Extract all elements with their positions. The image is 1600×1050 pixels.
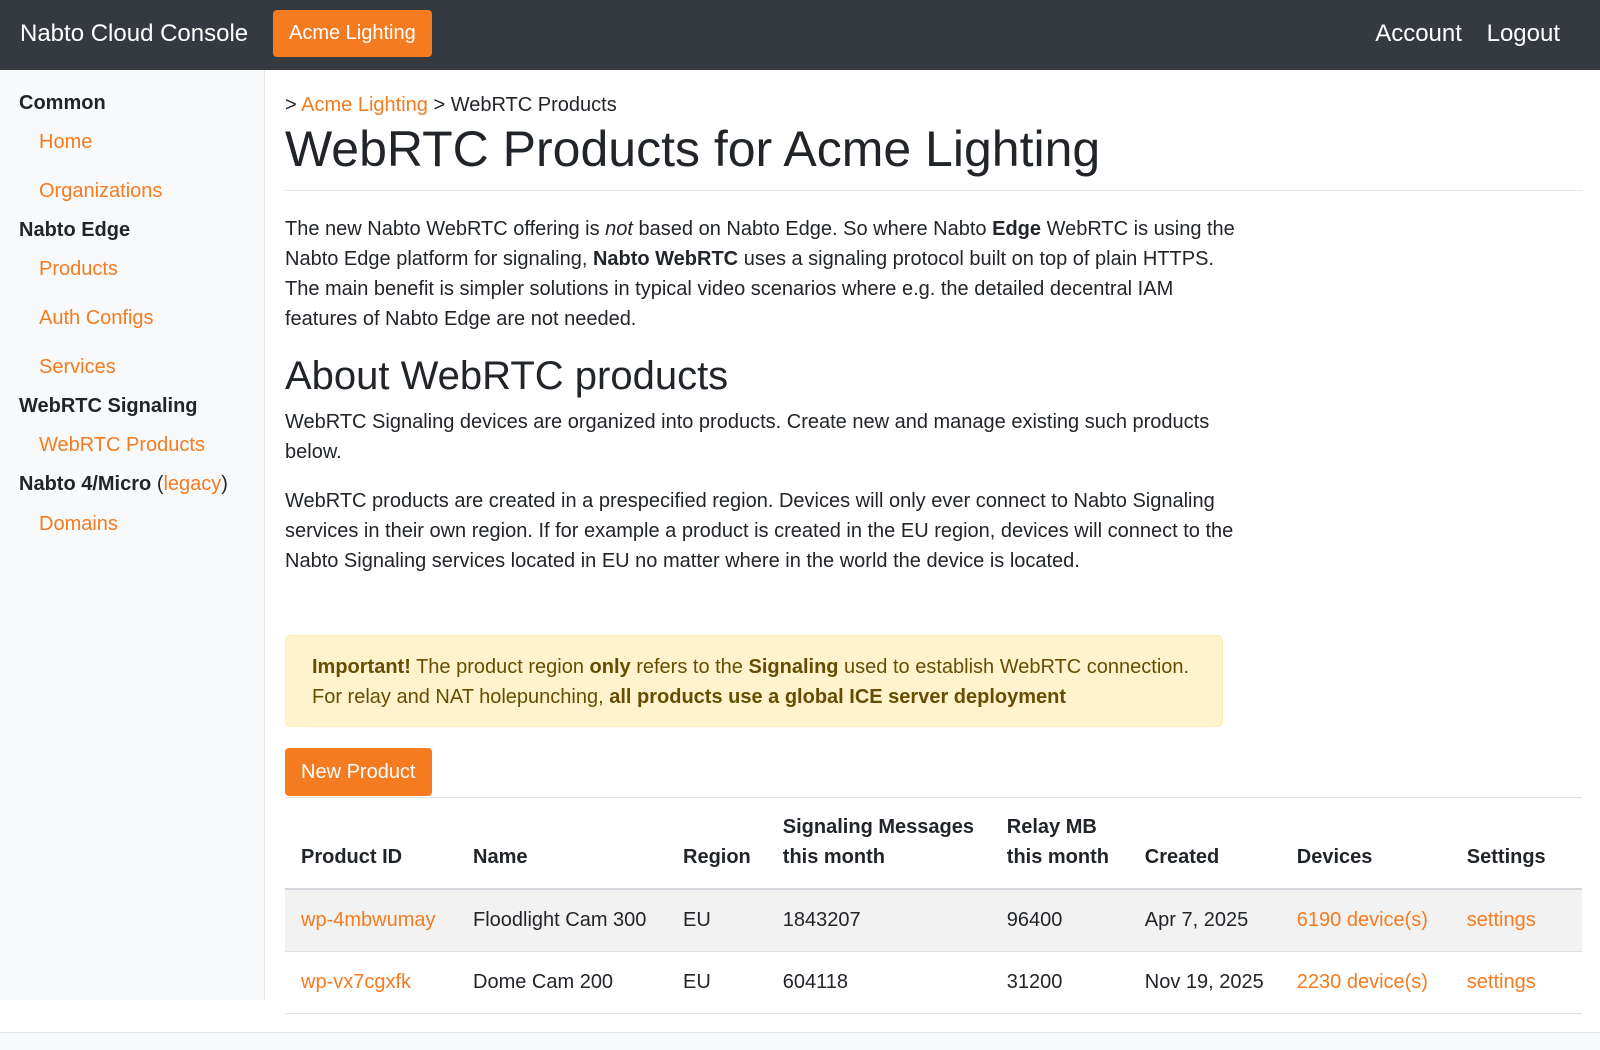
top-links: Account Logout bbox=[1357, 20, 1560, 48]
sidebar-item-organizations[interactable]: Organizations bbox=[39, 180, 162, 203]
sidebar-item-home[interactable]: Home bbox=[39, 131, 92, 154]
settings-link[interactable]: settings bbox=[1450, 951, 1582, 1014]
breadcrumb: > Acme Lighting > WebRTC Products bbox=[285, 94, 617, 117]
top-navbar: Nabto Cloud Console Acme Lighting Accoun… bbox=[0, 0, 1600, 70]
logout-link[interactable]: Logout bbox=[1487, 20, 1560, 47]
devices-link[interactable]: 6190 device(s) bbox=[1280, 889, 1451, 952]
about-paragraph-2: WebRTC products are created in a prespec… bbox=[285, 490, 1234, 572]
table-header-row: Product ID Name Region Signaling Message… bbox=[285, 798, 1582, 890]
sidebar-section-webrtc-signaling: WebRTC Signaling bbox=[19, 395, 198, 417]
sidebar-section-nabto-micro: Nabto 4/Micro (legacy) bbox=[19, 473, 228, 495]
title-divider bbox=[285, 190, 1582, 191]
col-region: Region bbox=[667, 798, 767, 890]
breadcrumb-current: WebRTC Products bbox=[450, 94, 617, 116]
product-region: EU bbox=[667, 951, 767, 1014]
product-region: EU bbox=[667, 889, 767, 952]
legacy-link[interactable]: legacy bbox=[163, 473, 221, 495]
intro-paragraph: The new Nabto WebRTC offering is not bas… bbox=[285, 218, 1235, 330]
col-created: Created bbox=[1128, 798, 1281, 890]
page-title: WebRTC Products for Acme Lighting bbox=[285, 121, 1101, 177]
col-name: Name bbox=[457, 798, 667, 890]
important-alert: Important! The product region only refer… bbox=[285, 635, 1223, 727]
sidebar-item-webrtc-products[interactable]: WebRTC Products bbox=[39, 434, 205, 457]
created-date: Nov 19, 2025 bbox=[1128, 951, 1281, 1014]
col-product-id: Product ID bbox=[285, 798, 457, 890]
product-id-link[interactable]: wp-vx7cgxfk bbox=[285, 951, 457, 1014]
sidebar: Common Home Organizations Nabto Edge Pro… bbox=[0, 70, 265, 1000]
about-paragraph-1: WebRTC Signaling devices are organized i… bbox=[285, 411, 1210, 463]
settings-link[interactable]: settings bbox=[1450, 889, 1582, 952]
sidebar-section-label: Nabto 4/Micro bbox=[19, 473, 152, 495]
relay-mb: 31200 bbox=[990, 951, 1129, 1014]
col-signaling: Signaling Messages this month bbox=[766, 798, 991, 890]
product-name: Floodlight Cam 300 bbox=[457, 889, 667, 952]
sidebar-item-services[interactable]: Services bbox=[39, 356, 116, 379]
footer bbox=[0, 1033, 1600, 1050]
new-product-button[interactable]: New Product bbox=[285, 748, 432, 796]
col-settings: Settings bbox=[1450, 798, 1582, 890]
brand-title[interactable]: Nabto Cloud Console bbox=[20, 20, 248, 48]
breadcrumb-org-link[interactable]: Acme Lighting bbox=[301, 94, 428, 116]
product-id-link[interactable]: wp-4mbwumay bbox=[285, 889, 457, 952]
devices-link[interactable]: 2230 device(s) bbox=[1280, 951, 1451, 1014]
account-link[interactable]: Account bbox=[1375, 20, 1462, 47]
table-row: wp-4mbwumay Floodlight Cam 300 EU 184320… bbox=[285, 889, 1582, 952]
sidebar-item-domains[interactable]: Domains bbox=[39, 513, 118, 536]
product-name: Dome Cam 200 bbox=[457, 951, 667, 1014]
products-table: Product ID Name Region Signaling Message… bbox=[285, 798, 1582, 1014]
breadcrumb-separator: > bbox=[433, 94, 446, 116]
created-date: Apr 7, 2025 bbox=[1128, 889, 1281, 952]
sidebar-item-products[interactable]: Products bbox=[39, 258, 118, 281]
signaling-messages: 1843207 bbox=[766, 889, 991, 952]
breadcrumb-separator: > bbox=[285, 94, 297, 116]
col-devices: Devices bbox=[1280, 798, 1451, 890]
sidebar-section-common: Common bbox=[19, 92, 106, 114]
organization-button[interactable]: Acme Lighting bbox=[273, 10, 432, 57]
sidebar-section-nabto-edge: Nabto Edge bbox=[19, 219, 131, 241]
table-row: wp-vx7cgxfk Dome Cam 200 EU 604118 31200… bbox=[285, 951, 1582, 1014]
relay-mb: 96400 bbox=[990, 889, 1129, 952]
signaling-messages: 604118 bbox=[766, 951, 991, 1014]
about-heading: About WebRTC products bbox=[285, 354, 729, 398]
col-relay: Relay MB this month bbox=[990, 798, 1129, 890]
sidebar-item-auth-configs[interactable]: Auth Configs bbox=[39, 307, 154, 330]
